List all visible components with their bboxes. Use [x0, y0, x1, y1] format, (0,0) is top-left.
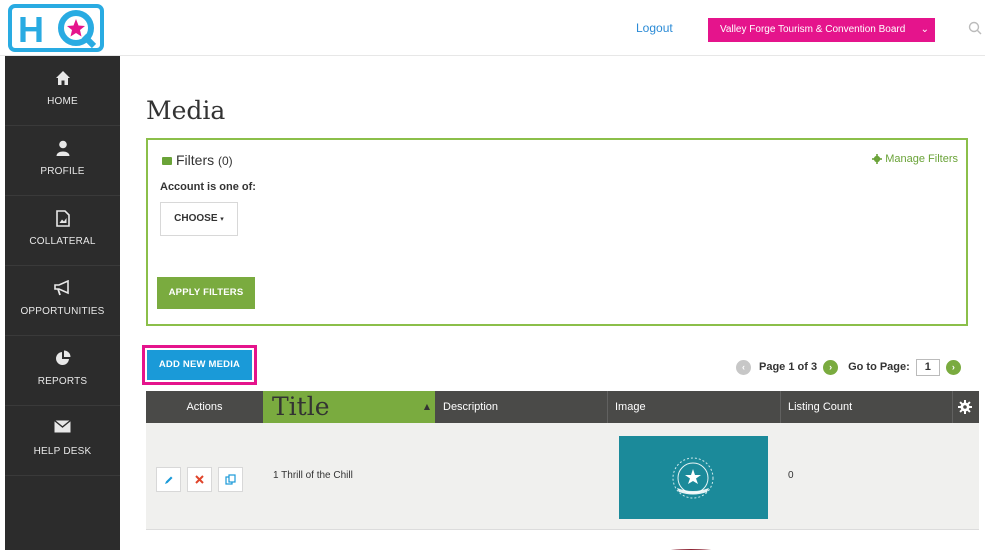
gear-icon: [872, 154, 883, 164]
envelope-icon: [54, 420, 71, 433]
megaphone-icon: [53, 280, 69, 296]
table-row: [146, 531, 979, 550]
go-page-icon[interactable]: ›: [945, 359, 961, 375]
sidebar-item-reports[interactable]: REPORTS: [5, 336, 120, 406]
media-thumbnail-art: [672, 457, 714, 499]
page-indicator: Page 1 of 3: [759, 361, 818, 373]
column-header-listing-count[interactable]: Listing Count: [788, 391, 948, 423]
svg-text:H: H: [18, 9, 44, 50]
gear-icon[interactable]: [958, 400, 972, 414]
pencil-icon: [164, 476, 172, 484]
sidebar-item-label: HOME: [47, 96, 78, 107]
manage-filters-link[interactable]: Manage Filters: [872, 153, 958, 165]
add-new-media-highlight: ADD NEW MEDIA: [142, 345, 257, 385]
sidebar-item-label: REPORTS: [37, 376, 88, 387]
document-icon: [55, 210, 70, 227]
collapse-icon[interactable]: [162, 157, 172, 165]
column-divider: [780, 391, 781, 423]
column-header-title-label: Title: [272, 392, 330, 421]
sidebar-item-help-desk[interactable]: HELP DESK: [5, 406, 120, 476]
filters-count: (0): [218, 154, 233, 168]
sidebar-item-profile[interactable]: PROFILE: [5, 126, 120, 196]
account-filter-label: Account is one of:: [160, 181, 256, 193]
next-page-icon[interactable]: ›: [823, 359, 839, 375]
column-divider: [607, 391, 608, 423]
table-header: Actions Title ▲ Description Image Listin…: [146, 391, 979, 423]
go-to-page-label: Go to Page:: [848, 361, 910, 373]
edit-button[interactable]: [156, 467, 181, 492]
sidebar-item-label: PROFILE: [40, 166, 85, 177]
manage-filters-label: Manage Filters: [885, 153, 958, 165]
copy-button[interactable]: [218, 467, 243, 492]
media-title[interactable]: 1 Thrill of the Chill: [273, 470, 353, 481]
logout-link[interactable]: Logout: [636, 21, 673, 35]
media-thumbnail[interactable]: [636, 541, 746, 550]
previous-page-icon[interactable]: ‹: [736, 359, 751, 375]
sidebar-item-home[interactable]: HOME: [5, 56, 120, 126]
pagination: ‹ Page 1 of 3 › Go to Page: 1 ›: [736, 358, 961, 376]
listing-count: 0: [788, 470, 794, 481]
column-header-image[interactable]: Image: [615, 391, 775, 423]
filters-title: Filters: [176, 152, 215, 168]
close-icon: [195, 475, 204, 484]
apply-filters-button[interactable]: APPLY FILTERS: [157, 277, 255, 309]
add-new-media-button[interactable]: ADD NEW MEDIA: [147, 350, 252, 380]
home-icon: [55, 71, 70, 85]
filters-heading: Filters (0): [176, 152, 233, 168]
page: H HQ Logout Valley Forge Tourism & Conve…: [0, 0, 985, 550]
table-row: 1 Thrill of the Chill 0: [146, 423, 979, 530]
page-number-input[interactable]: 1: [915, 358, 940, 376]
organization-select[interactable]: Valley Forge Tourism & Convention Board …: [708, 18, 935, 42]
user-icon: [56, 140, 69, 156]
sidebar-item-label: COLLATERAL: [29, 236, 96, 247]
page-title: Media: [146, 96, 226, 125]
column-header-title[interactable]: Title ▲: [263, 391, 435, 423]
sidebar-item-collateral[interactable]: COLLATERAL: [5, 196, 120, 266]
choose-dropdown[interactable]: CHOOSE ▾: [160, 202, 238, 236]
sidebar-item-label: HELP DESK: [33, 446, 92, 457]
choose-label: CHOOSE: [174, 213, 218, 224]
column-header-actions: Actions: [186, 401, 223, 413]
chevron-down-icon: ⌄: [920, 24, 929, 35]
hq-logo[interactable]: H: [8, 4, 104, 52]
column-divider: [952, 391, 953, 423]
organization-select-value: Valley Forge Tourism & Convention Board: [720, 24, 906, 35]
top-bar: H HQ Logout Valley Forge Tourism & Conve…: [0, 0, 985, 56]
column-header-description[interactable]: Description: [443, 391, 603, 423]
sidebar-item-opportunities[interactable]: OPPORTUNITIES: [5, 266, 120, 336]
pie-chart-icon: [55, 350, 70, 365]
search-icon[interactable]: [968, 21, 982, 35]
caret-down-icon: ▾: [220, 216, 224, 223]
media-thumbnail[interactable]: [619, 436, 768, 519]
sidebar-item-label: OPPORTUNITIES: [20, 306, 105, 317]
copy-icon: [225, 474, 236, 485]
filters-panel: Filters (0) Manage Filters Account is on…: [146, 138, 968, 326]
delete-button[interactable]: [187, 467, 212, 492]
sidebar: HOME PROFILE COLLATERAL OPPORTUNITIES RE…: [5, 56, 120, 550]
sort-ascending-icon: ▲: [423, 402, 430, 411]
